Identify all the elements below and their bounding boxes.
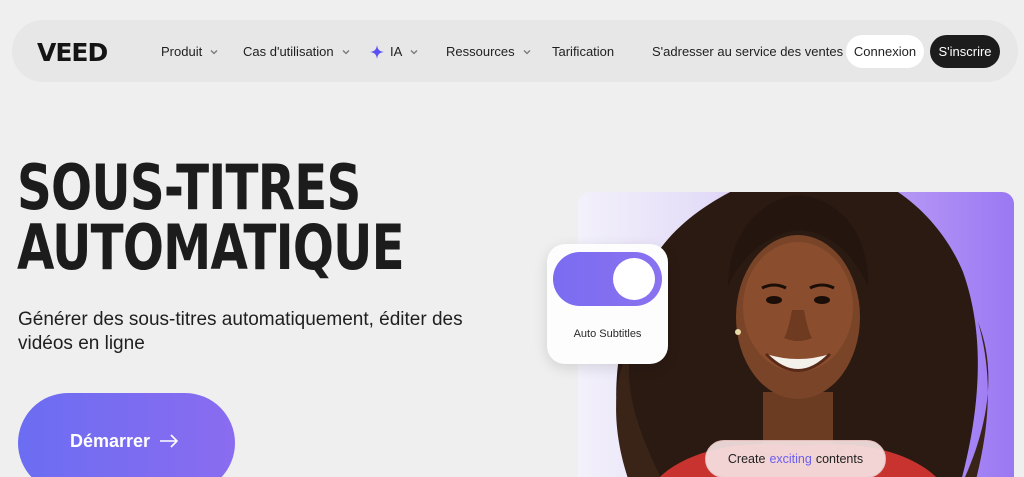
chevron-down-icon xyxy=(210,49,218,54)
nav-item-ressources[interactable]: Ressources xyxy=(446,44,533,59)
top-navbar: VEED Produit Cas d'utilisation IA Ressou… xyxy=(12,20,1018,82)
nav-item-label: Cas d'utilisation xyxy=(243,44,334,59)
start-button-label: Démarrer xyxy=(70,431,151,451)
start-button[interactable]: Démarrer xyxy=(18,393,235,477)
chevron-down-icon xyxy=(342,49,350,54)
nav-item-label: IA xyxy=(390,44,403,59)
nav-item-label: Ressources xyxy=(446,44,515,59)
signup-button[interactable]: S'inscrire xyxy=(930,35,1000,68)
nav-item-produit[interactable]: Produit xyxy=(161,44,220,59)
nav-item-label: Tarification xyxy=(552,44,615,59)
hero-title-line-2: AUTOMATIQUE xyxy=(17,211,405,284)
veed-logo[interactable]: VEED xyxy=(37,38,108,67)
nav-item-label: S'adresser au service des ventes xyxy=(652,44,844,59)
create-content-pill: Create exciting contents xyxy=(705,440,886,477)
nav-item-contact-sales[interactable]: S'adresser au service des ventes xyxy=(652,44,843,59)
chevron-down-icon xyxy=(523,49,531,54)
hero-subtitle: Générer des sous-titres automatiquement,… xyxy=(18,309,463,354)
nav-item-label: Produit xyxy=(161,44,203,59)
sparkle-icon xyxy=(370,44,384,59)
nav-item-cas-utilisation[interactable]: Cas d'utilisation xyxy=(243,44,352,59)
login-button[interactable]: Connexion xyxy=(846,35,924,68)
auto-subtitles-toggle[interactable] xyxy=(553,252,662,306)
nav-item-ia[interactable]: IA xyxy=(370,44,420,59)
auto-subtitles-card: Auto Subtitles xyxy=(547,244,668,364)
pill-text-post: contents xyxy=(815,452,864,466)
hero-title: SOUS-TITRES AUTOMATIQUE xyxy=(17,151,405,284)
hero-title-line-1: SOUS-TITRES xyxy=(17,151,361,224)
chevron-down-icon xyxy=(410,49,418,54)
auto-subtitles-label: Auto Subtitles xyxy=(573,328,642,340)
pill-text-highlight: exciting xyxy=(769,452,812,466)
toggle-knob xyxy=(613,258,655,300)
arrow-right-icon xyxy=(160,434,179,448)
pill-text-pre: Create xyxy=(727,452,766,466)
nav-item-tarification[interactable]: Tarification xyxy=(552,44,614,59)
